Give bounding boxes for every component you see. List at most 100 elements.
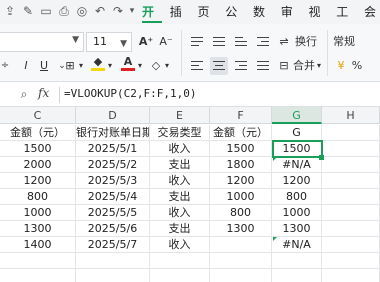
merge-button[interactable]: 合并 <box>292 57 316 75</box>
print-icon[interactable]: ⎙ <box>56 3 72 19</box>
cell-g1[interactable]: G <box>272 125 322 141</box>
cell-c1[interactable]: 金额（元） <box>0 125 76 141</box>
align-top-icon[interactable] <box>188 33 206 51</box>
column-header-f[interactable]: F <box>210 107 272 124</box>
tab-home[interactable]: 开始 <box>138 0 166 43</box>
cell-empty[interactable] <box>0 269 76 282</box>
column-header-g[interactable]: G <box>272 107 322 124</box>
cell-d8[interactable]: 2025/5/7 <box>76 237 150 253</box>
currency-icon[interactable]: ¥ <box>334 57 348 75</box>
cell-e5[interactable]: 支出 <box>150 189 210 205</box>
justify-icon[interactable] <box>254 57 272 75</box>
error-indicator-icon[interactable] <box>273 237 277 241</box>
cell-h7[interactable] <box>322 221 380 237</box>
italic-icon[interactable]: I <box>20 57 32 75</box>
column-header-h[interactable]: H <box>322 107 380 124</box>
tab-member[interactable]: 会 <box>360 0 380 24</box>
underline-icon[interactable]: U <box>38 57 50 75</box>
cell-empty[interactable] <box>150 269 210 282</box>
cell-f8[interactable] <box>210 237 272 253</box>
cell-d1[interactable]: 银行对账单日期 <box>76 125 150 141</box>
cell-empty[interactable] <box>150 253 210 269</box>
cell-g8[interactable]: #N/A <box>272 237 322 253</box>
percent-icon[interactable]: % <box>350 57 364 75</box>
cell-h8[interactable] <box>322 237 380 253</box>
cell-f5[interactable]: 1000 <box>210 189 272 205</box>
cell-e2[interactable]: 收入 <box>150 141 210 157</box>
cell-f6[interactable]: 800 <box>210 205 272 221</box>
cell-empty[interactable] <box>0 253 76 269</box>
align-middle-icon[interactable] <box>210 33 228 51</box>
cell-e3[interactable]: 支出 <box>150 157 210 173</box>
merge-cells-icon[interactable]: ⊟ <box>276 57 292 75</box>
cell-c5[interactable]: 800 <box>0 189 76 205</box>
column-header-d[interactable]: D <box>76 107 150 124</box>
cell-empty[interactable] <box>210 269 272 282</box>
tab-tools[interactable]: 工具 <box>332 0 360 43</box>
cell-e8[interactable]: 收入 <box>150 237 210 253</box>
merge-dropdown-icon[interactable]: ▾ <box>315 57 323 75</box>
cell-c8[interactable]: 1400 <box>0 237 76 253</box>
cell-g4[interactable]: 1200 <box>272 173 322 189</box>
increase-font-icon[interactable]: A⁺ <box>138 33 154 51</box>
cell-c6[interactable]: 1000 <box>0 205 76 221</box>
align-left-icon[interactable] <box>188 57 206 75</box>
cell-d7[interactable]: 2025/5/6 <box>76 221 150 237</box>
font-name-select[interactable]: ▼ <box>0 32 84 52</box>
cell-g5[interactable]: 800 <box>272 189 322 205</box>
strikethrough-icon[interactable]: ÷ <box>0 57 10 75</box>
cell-e4[interactable]: 收入 <box>150 173 210 189</box>
cell-empty[interactable] <box>322 269 380 282</box>
cell-h2[interactable] <box>322 141 380 157</box>
decrease-font-icon[interactable]: A⁻ <box>158 33 174 51</box>
border-icon[interactable]: ⊞ <box>62 57 78 75</box>
cell-h5[interactable] <box>322 189 380 205</box>
wrap-text-button[interactable]: 换行 <box>292 33 320 51</box>
cell-f7[interactable]: 1300 <box>210 221 272 237</box>
fill-color-dropdown-icon[interactable]: ▾ <box>106 57 114 75</box>
error-indicator-icon[interactable] <box>273 157 277 161</box>
cell-e1[interactable]: 交易类型 <box>150 125 210 141</box>
cell-f3[interactable]: 1800 <box>210 157 272 173</box>
cell-f1[interactable]: 金额（元） <box>210 125 272 141</box>
wrap-text-icon[interactable]: ⇌ <box>276 33 292 51</box>
cell-d2[interactable]: 2025/5/1 <box>76 141 150 157</box>
tab-review[interactable]: 审阅 <box>277 0 305 43</box>
border-dropdown-icon[interactable]: ▾ <box>77 57 85 75</box>
cell-e7[interactable]: 支出 <box>150 221 210 237</box>
cell-d6[interactable]: 2025/5/5 <box>76 205 150 221</box>
cell-empty[interactable] <box>272 269 322 282</box>
align-center-icon[interactable] <box>210 57 228 75</box>
cell-h3[interactable] <box>322 157 380 173</box>
clear-format-icon[interactable]: ◇ <box>148 57 164 75</box>
cell-h1[interactable] <box>322 125 380 141</box>
cell-h6[interactable] <box>322 205 380 221</box>
cell-c4[interactable]: 1200 <box>0 173 76 189</box>
cell-f4[interactable]: 1200 <box>210 173 272 189</box>
column-header-e[interactable]: E <box>150 107 210 124</box>
column-header-c[interactable]: C <box>0 107 76 124</box>
fill-color-icon[interactable]: ◆ <box>90 55 106 73</box>
zoom-icon[interactable]: ⌕ <box>16 86 32 102</box>
formula-input[interactable]: =VLOOKUP(C2,F:F,1,0) <box>64 87 196 100</box>
fill-handle[interactable] <box>319 155 324 160</box>
cell-empty[interactable] <box>322 253 380 269</box>
cell-empty[interactable] <box>272 253 322 269</box>
print-preview-icon[interactable]: ◎ <box>74 3 90 19</box>
open-file-icon[interactable]: ▭ <box>38 3 54 19</box>
number-format-select[interactable]: 常规 <box>333 33 371 51</box>
cell-empty[interactable] <box>210 253 272 269</box>
cell-empty[interactable] <box>76 253 150 269</box>
cell-g6[interactable]: 1000 <box>272 205 322 221</box>
brush-icon[interactable]: ✎ <box>20 3 36 19</box>
undo-icon[interactable]: ↶ <box>92 3 108 19</box>
tab-view[interactable]: 视图 <box>305 0 333 43</box>
fx-button[interactable]: fx <box>38 86 49 100</box>
align-bottom-icon[interactable] <box>232 33 250 51</box>
font-size-select[interactable]: 11 ▼ <box>86 32 132 52</box>
cell-g7[interactable]: 1300 <box>272 221 322 237</box>
cell-e6[interactable]: 收入 <box>150 205 210 221</box>
cell-c2[interactable]: 1500 <box>0 141 76 157</box>
decrease-indent-icon[interactable] <box>254 33 272 51</box>
cell-empty[interactable] <box>76 269 150 282</box>
